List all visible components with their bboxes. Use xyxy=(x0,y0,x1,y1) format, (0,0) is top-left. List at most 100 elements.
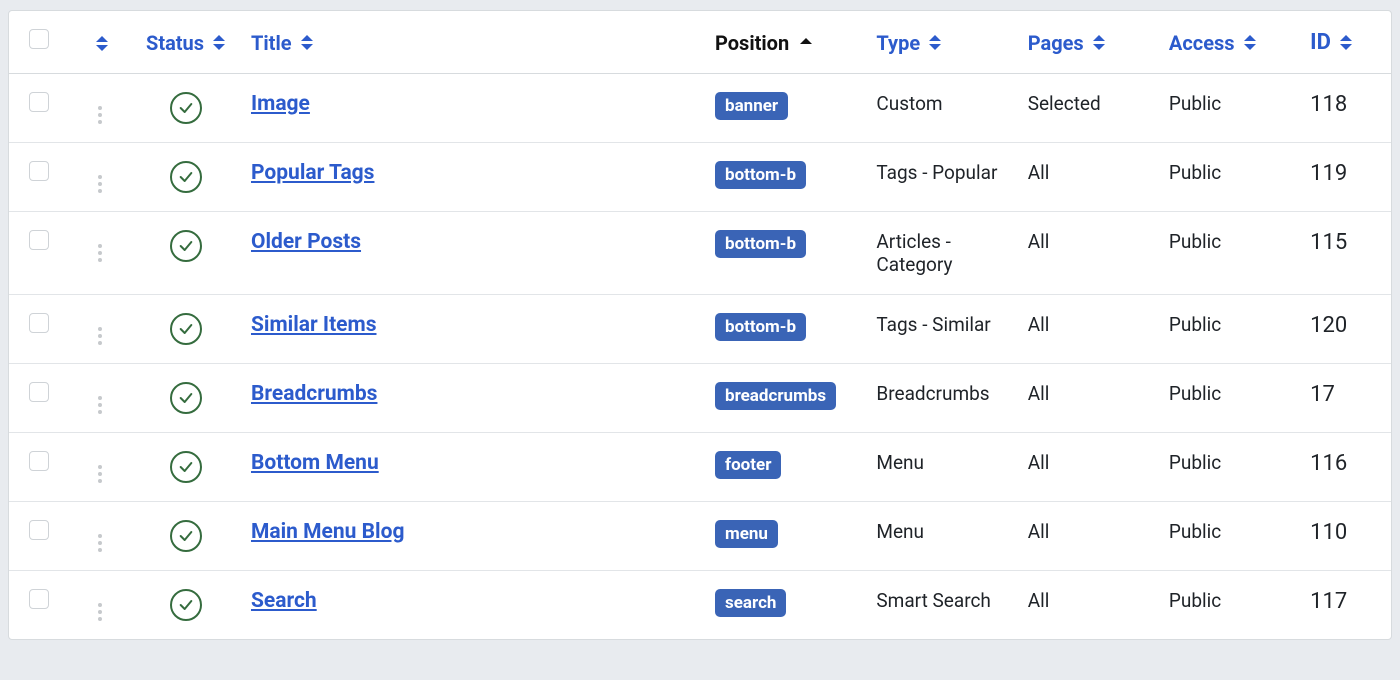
table-row: Image banner Custom Selected Public 118 xyxy=(9,73,1391,142)
row-actions-icon[interactable] xyxy=(98,396,102,414)
header-position[interactable]: Position xyxy=(705,11,866,73)
module-title-link[interactable]: Search xyxy=(251,589,317,613)
header-status-label: Status xyxy=(146,31,204,55)
pages-text: All xyxy=(1028,382,1050,405)
header-title[interactable]: Title xyxy=(241,11,705,73)
table-row: Similar Itemsbottom-bTags - SimilarAllPu… xyxy=(9,294,1391,363)
type-text: Menu xyxy=(876,451,924,474)
row-actions-icon[interactable] xyxy=(98,244,102,262)
table-row: Breadcrumbs breadcrumbs Breadcrumbs All Publ… xyxy=(9,363,1391,432)
row-actions-icon[interactable] xyxy=(98,465,102,483)
module-title-link[interactable]: Bottom Menu xyxy=(251,451,379,475)
access-text: Public xyxy=(1169,230,1221,253)
position-badge[interactable]: bottom-b xyxy=(715,313,806,341)
status-published-icon[interactable] xyxy=(170,451,202,483)
status-published-icon[interactable] xyxy=(170,520,202,552)
header-access[interactable]: Access xyxy=(1159,11,1300,73)
row-checkbox[interactable] xyxy=(29,161,49,181)
table-row: Bottom Menu footer Menu All Public 116 xyxy=(9,432,1391,501)
row-actions-icon[interactable] xyxy=(98,534,102,552)
id-text: 116 xyxy=(1310,451,1347,476)
row-actions-icon[interactable] xyxy=(98,106,102,124)
module-title-link[interactable]: Popular Tags xyxy=(251,161,374,185)
sort-icon xyxy=(929,35,941,50)
id-text: 117 xyxy=(1310,589,1347,614)
row-checkbox[interactable] xyxy=(29,589,49,609)
checkbox-icon[interactable] xyxy=(29,29,49,49)
access-text: Public xyxy=(1169,382,1221,405)
table-row: Older Posts bottom-b Articles - Category Al… xyxy=(9,211,1391,294)
position-badge[interactable]: banner xyxy=(715,92,788,120)
sort-icon xyxy=(213,35,225,50)
header-type[interactable]: Type xyxy=(866,11,1017,73)
position-badge[interactable]: bottom-b xyxy=(715,161,806,189)
status-published-icon[interactable] xyxy=(170,313,202,345)
module-title-link[interactable]: Main Menu Blog xyxy=(251,520,404,544)
pages-text: All xyxy=(1028,161,1050,184)
row-checkbox[interactable] xyxy=(29,92,49,112)
position-badge[interactable]: bottom-b xyxy=(715,230,806,258)
access-text: Public xyxy=(1169,520,1221,543)
header-select-all[interactable] xyxy=(9,11,70,73)
id-text: 110 xyxy=(1310,520,1347,545)
header-id-label: ID xyxy=(1310,30,1331,55)
row-actions-icon[interactable] xyxy=(98,603,102,621)
type-text: Tags - Popular xyxy=(876,161,997,184)
row-actions-icon[interactable] xyxy=(98,327,102,345)
id-text: 119 xyxy=(1310,161,1347,186)
pages-text: All xyxy=(1028,520,1050,543)
access-text: Public xyxy=(1169,161,1221,184)
sort-icon xyxy=(1340,35,1352,50)
sort-asc-icon xyxy=(800,38,812,47)
type-text: Custom xyxy=(876,92,942,115)
header-pages-label: Pages xyxy=(1028,31,1084,55)
row-checkbox[interactable] xyxy=(29,230,49,250)
module-title-link[interactable]: Breadcrumbs xyxy=(251,382,377,406)
header-access-label: Access xyxy=(1169,31,1235,55)
pages-text: All xyxy=(1028,451,1050,474)
id-text: 118 xyxy=(1310,92,1347,117)
status-published-icon[interactable] xyxy=(170,589,202,621)
header-id[interactable]: ID xyxy=(1300,11,1391,73)
type-text: Breadcrumbs xyxy=(876,382,989,405)
position-badge[interactable]: footer xyxy=(715,451,781,479)
type-text: Menu xyxy=(876,520,924,543)
id-text: 17 xyxy=(1310,382,1335,407)
row-checkbox[interactable] xyxy=(29,382,49,402)
status-published-icon[interactable] xyxy=(170,161,202,193)
position-badge[interactable]: search xyxy=(715,589,786,617)
type-text: Tags - Similar xyxy=(876,313,990,336)
position-badge[interactable]: breadcrumbs xyxy=(715,382,836,410)
header-pages[interactable]: Pages xyxy=(1018,11,1159,73)
access-text: Public xyxy=(1169,92,1221,115)
access-text: Public xyxy=(1169,313,1221,336)
table-header-row: Status Title Position xyxy=(9,11,1391,73)
sort-icon xyxy=(96,36,108,51)
pages-text: All xyxy=(1028,230,1050,253)
id-text: 115 xyxy=(1310,230,1347,255)
sort-icon xyxy=(1244,35,1256,50)
status-published-icon[interactable] xyxy=(170,230,202,262)
module-title-link[interactable]: Older Posts xyxy=(251,230,361,254)
status-published-icon[interactable] xyxy=(170,92,202,124)
access-text: Public xyxy=(1169,589,1221,612)
module-title-link[interactable]: Similar Items xyxy=(251,313,377,337)
id-text: 120 xyxy=(1310,313,1347,338)
module-title-link[interactable]: Image xyxy=(251,92,310,116)
row-checkbox[interactable] xyxy=(29,451,49,471)
header-status[interactable]: Status xyxy=(130,11,241,73)
pages-text: Selected xyxy=(1028,92,1101,115)
position-badge[interactable]: menu xyxy=(715,520,778,548)
header-title-label: Title xyxy=(251,31,292,55)
header-position-label: Position xyxy=(715,31,789,55)
access-text: Public xyxy=(1169,451,1221,474)
header-order[interactable] xyxy=(70,11,131,73)
status-published-icon[interactable] xyxy=(170,382,202,414)
row-checkbox[interactable] xyxy=(29,313,49,333)
table-row: Main Menu Blog menu Menu All Public 110 xyxy=(9,501,1391,570)
pages-text: All xyxy=(1028,589,1050,612)
table-row: Popular Tags bottom-b Tags - Popular All Pub… xyxy=(9,142,1391,211)
row-checkbox[interactable] xyxy=(29,520,49,540)
type-text: Articles - Category xyxy=(876,230,952,276)
row-actions-icon[interactable] xyxy=(98,175,102,193)
